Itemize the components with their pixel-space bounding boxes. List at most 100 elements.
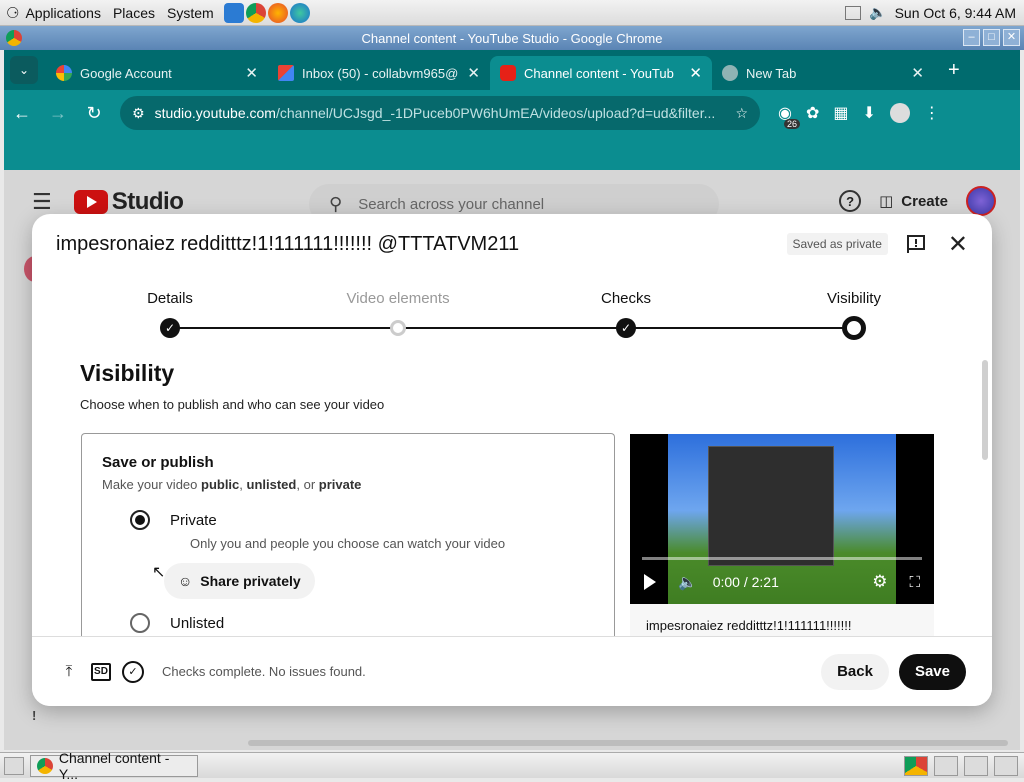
report-issue-icon[interactable]	[906, 234, 926, 254]
volume-icon[interactable]: 🔈	[869, 4, 886, 21]
save-or-publish-desc: Make your video public, unlisted, or pri…	[102, 477, 594, 492]
close-tab-icon[interactable]: ✕	[911, 64, 924, 82]
globe-favicon-icon	[722, 65, 738, 81]
tab-new-tab[interactable]: New Tab ✕	[712, 56, 934, 90]
extension-badge-icon[interactable]: ◉ 26	[778, 103, 800, 129]
edge-dev-launcher-icon[interactable]	[289, 2, 310, 23]
tab-channel-content[interactable]: Channel content - YouTub ✕	[490, 56, 712, 90]
player-time: 0:00 / 2:21	[712, 574, 779, 590]
gnome-foot-icon[interactable]: ⚆	[6, 4, 19, 22]
share-privately-button[interactable]: ☺ Share privately	[164, 563, 315, 599]
play-icon[interactable]	[644, 574, 656, 590]
panel-launchers	[223, 2, 310, 23]
maximize-button[interactable]: □	[983, 29, 1000, 46]
firefox-launcher-icon[interactable]	[267, 2, 288, 23]
chrome-icon	[37, 757, 53, 774]
youtube-favicon-icon	[500, 65, 516, 81]
browser-toolbar: ← → ↻ ⚙ studio.youtube.com/channel/UCJsg…	[4, 90, 1020, 136]
step-details[interactable]: Details	[147, 290, 193, 307]
step-checks[interactable]: Checks	[601, 290, 651, 307]
vscode-launcher-icon[interactable]	[223, 2, 244, 23]
download-icon[interactable]: ⬇	[863, 103, 876, 123]
step-visibility[interactable]: Visibility	[827, 290, 881, 307]
panel-clock[interactable]: Sun Oct 6, 9:44 AM	[895, 5, 1016, 21]
feedback-icon[interactable]: !	[32, 708, 36, 723]
close-tab-icon[interactable]: ✕	[245, 64, 258, 82]
workspace-2[interactable]	[934, 755, 958, 776]
upload-dialog: impesronaiez redditttz!1!111111!!!!!!! @…	[32, 214, 992, 706]
back-arrow-icon[interactable]: ←	[4, 103, 40, 124]
unlisted-option[interactable]: Unlisted	[130, 613, 594, 633]
tab-label: Inbox (50) - collabvm965@	[302, 65, 459, 81]
desc-private: private	[318, 477, 362, 492]
taskbar-window-label: Channel content - Y...	[58, 749, 170, 782]
places-menu[interactable]: Places	[107, 5, 161, 21]
top-panel: ⚆ Applications Places System 🔈 Sun Oct 6…	[0, 0, 1024, 26]
help-icon[interactable]: ?	[839, 190, 862, 212]
video-preview-player[interactable]: 🔈 0:00 / 2:21 ⚙ ⛶	[630, 434, 934, 604]
tab-search-button[interactable]: ⌄	[10, 56, 38, 84]
upload-arrow-icon[interactable]: ⤒	[58, 661, 80, 683]
show-desktop-icon[interactable]	[4, 756, 24, 775]
upload-stepper: Details Video elements Checks Visibility…	[32, 274, 992, 340]
system-menu[interactable]: System	[161, 5, 220, 21]
fullscreen-icon[interactable]: ⛶	[909, 574, 920, 591]
reload-icon[interactable]: ↻	[76, 103, 112, 124]
chrome-icon	[6, 30, 22, 46]
profile-avatar-icon[interactable]	[889, 103, 910, 123]
save-button[interactable]: Save	[898, 653, 966, 690]
address-bar[interactable]: ⚙ studio.youtube.com/channel/UCJsgd_-1DP…	[120, 96, 760, 130]
visibility-heading: Visibility	[80, 360, 175, 386]
studio-logo-text: Studio	[111, 188, 184, 215]
checks-complete-icon[interactable]: ✓	[122, 660, 144, 683]
step-current-dot-icon[interactable]	[842, 316, 866, 340]
taskbar-chrome-window[interactable]: Channel content - Y...	[30, 750, 198, 782]
step-video-elements: Video elements	[346, 290, 450, 307]
tab-label: New Tab	[746, 65, 797, 81]
private-radio[interactable]	[130, 510, 150, 530]
horizontal-scrollbar[interactable]	[248, 740, 1008, 746]
workspace-4[interactable]	[994, 755, 1018, 776]
close-window-button[interactable]: ✕	[1003, 29, 1020, 46]
settings-gear-icon[interactable]: ⚙	[872, 572, 887, 592]
create-button[interactable]: ◫ Create	[879, 192, 948, 211]
minimize-button[interactable]: –	[963, 29, 980, 46]
step-done-check-icon[interactable]: ✓	[616, 318, 636, 338]
unlisted-radio[interactable]	[130, 613, 150, 633]
account-avatar[interactable]	[966, 186, 996, 216]
hamburger-menu-icon[interactable]: ☰	[32, 189, 52, 215]
create-label: Create	[901, 192, 948, 210]
volume-icon[interactable]: 🔈	[678, 573, 697, 591]
close-tab-icon[interactable]: ✕	[467, 64, 480, 82]
close-dialog-icon[interactable]: ✕	[948, 230, 968, 259]
forward-arrow-icon[interactable]: →	[40, 103, 76, 124]
tab-gmail-inbox[interactable]: Inbox (50) - collabvm965@ ✕	[268, 56, 490, 90]
stepper-track	[170, 327, 854, 329]
desc-sep: ,	[239, 477, 247, 492]
browser-infobar-area	[4, 136, 1020, 170]
close-tab-icon[interactable]: ✕	[689, 64, 702, 82]
private-option[interactable]: Private	[130, 510, 594, 530]
url-text[interactable]: studio.youtube.com/channel/UCJsgd_-1DPuc…	[155, 105, 736, 121]
site-info-icon[interactable]: ⚙	[132, 105, 145, 122]
network-icon[interactable]	[845, 5, 862, 20]
bookmark-star-icon[interactable]: ☆	[735, 105, 748, 122]
chrome-menu-icon[interactable]: ⋮	[924, 103, 940, 123]
dialog-scrollbar[interactable]	[982, 360, 988, 460]
sd-quality-icon[interactable]: SD	[90, 661, 112, 683]
desc-unlisted: unlisted	[246, 477, 297, 492]
new-tab-button[interactable]: +	[948, 59, 960, 82]
workspace-1[interactable]	[904, 755, 928, 776]
save-or-publish-title: Save or publish	[102, 454, 214, 471]
studio-logo[interactable]: Studio	[73, 188, 184, 216]
dialog-footer: ⤒ SD ✓ Checks complete. No issues found.…	[32, 636, 992, 706]
applications-menu[interactable]: Applications	[19, 5, 107, 21]
chrome-launcher-icon[interactable]	[245, 2, 266, 23]
back-button[interactable]: Back	[821, 653, 889, 690]
tab-google-account[interactable]: Google Account ✕	[46, 56, 268, 90]
checks-status-text: Checks complete. No issues found.	[162, 664, 366, 679]
cookie-extension-icon[interactable]: ✿	[806, 103, 819, 123]
workspace-3[interactable]	[964, 755, 988, 776]
extensions-puzzle-icon[interactable]: ▦	[833, 103, 848, 123]
step-done-check-icon[interactable]: ✓	[160, 318, 180, 338]
